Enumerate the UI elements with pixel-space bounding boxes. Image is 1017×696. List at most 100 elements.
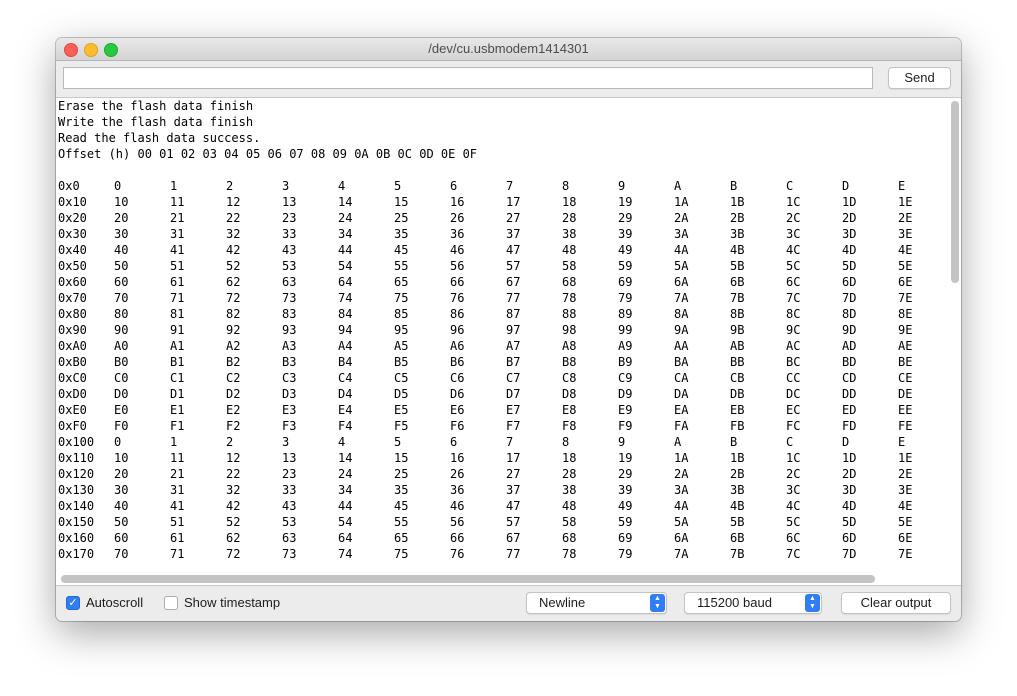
- hex-byte: CB: [730, 371, 745, 385]
- hex-byte: 49: [618, 499, 633, 513]
- hex-byte: 51: [170, 515, 185, 529]
- clear-output-button[interactable]: Clear output: [841, 592, 951, 614]
- hex-byte: DD: [842, 387, 857, 401]
- send-button[interactable]: Send: [888, 67, 951, 89]
- hex-byte: 47: [506, 499, 521, 513]
- hex-byte: 29: [618, 467, 633, 481]
- autoscroll-checkbox[interactable]: ✓: [66, 596, 80, 610]
- hex-byte: 8: [562, 179, 570, 193]
- hex-byte: 4E: [898, 243, 913, 257]
- hex-byte: 49: [618, 243, 633, 257]
- hex-byte: 11: [170, 451, 185, 465]
- hex-byte: A3: [282, 339, 297, 353]
- hex-byte: B2: [226, 355, 241, 369]
- hex-byte: 9B: [730, 323, 745, 337]
- send-input[interactable]: [63, 67, 873, 89]
- hex-byte: 64: [338, 275, 353, 289]
- vertical-scroll-thumb[interactable]: [951, 101, 959, 283]
- hex-byte: 38: [562, 227, 577, 241]
- hex-byte: 61: [170, 275, 185, 289]
- hex-byte: E4: [338, 403, 353, 417]
- hex-byte: 78: [562, 291, 577, 305]
- hex-byte: B1: [170, 355, 185, 369]
- hex-byte: 8B: [730, 307, 745, 321]
- hex-byte: D7: [506, 387, 521, 401]
- hex-byte: 72: [226, 291, 241, 305]
- hex-dump-row: 0xC0 C0 C1 C2 C3 C4 C5 C6 C7 C8 C9 CA CB CC CD CE: [58, 370, 943, 386]
- hex-byte: DB: [730, 387, 745, 401]
- hex-byte: 48: [562, 243, 577, 257]
- hex-byte: 84: [338, 307, 353, 321]
- hex-dump-row: 0xD0 D0 D1 D2 D3 D4 D5 D6 D7 D8 D9 DA DB DC DD DE: [58, 386, 943, 402]
- horizontal-scroll-thumb[interactable]: [61, 575, 875, 583]
- baud-rate-select[interactable]: 115200 baud ▲ ▼: [684, 592, 822, 614]
- hex-byte: 95: [394, 323, 409, 337]
- hex-byte: AD: [842, 339, 857, 353]
- hex-dump-row: 0x90 90 91 92 93 94 95 96 97 98 99 9A 9B 9C 9D 9E: [58, 322, 943, 338]
- hex-byte: 59: [618, 515, 633, 529]
- hex-byte: 15: [394, 451, 409, 465]
- hex-byte: 99: [618, 323, 633, 337]
- hex-byte: 1B: [730, 195, 745, 209]
- hex-byte: 3A: [674, 483, 689, 497]
- hex-byte: B: [730, 435, 738, 449]
- show-timestamp-checkbox[interactable]: [164, 596, 178, 610]
- hex-byte: 6D: [842, 531, 857, 545]
- vertical-scrollbar[interactable]: [951, 101, 959, 571]
- serial-output-area[interactable]: Erase the flash data finish Write the fl…: [56, 97, 961, 586]
- hex-byte: 38: [562, 483, 577, 497]
- hex-byte: 69: [618, 531, 633, 545]
- hex-byte: C0: [114, 371, 129, 385]
- hex-byte: 4B: [730, 243, 745, 257]
- hex-byte: C: [786, 179, 794, 193]
- hex-byte: 20: [114, 467, 129, 481]
- show-timestamp-label[interactable]: Show timestamp: [184, 595, 280, 610]
- hex-byte: 44: [338, 499, 353, 513]
- hex-byte: E2: [226, 403, 241, 417]
- hex-byte: 8D: [842, 307, 857, 321]
- hex-byte: B6: [450, 355, 465, 369]
- hex-byte: DE: [898, 387, 913, 401]
- hex-byte: F9: [618, 419, 633, 433]
- hex-byte: 57: [506, 515, 521, 529]
- hex-byte: B4: [338, 355, 353, 369]
- hex-byte: 28: [562, 211, 577, 225]
- hex-byte: 75: [394, 547, 409, 561]
- hex-byte: 9: [618, 179, 626, 193]
- hex-byte: 24: [338, 467, 353, 481]
- hex-byte: 2D: [842, 467, 857, 481]
- hex-byte: 57: [506, 259, 521, 273]
- hex-dump-row: 0xA0 A0 A1 A2 A3 A4 A5 A6 A7 A8 A9 AA AB AC AD AE: [58, 338, 943, 354]
- hex-byte: 88: [562, 307, 577, 321]
- horizontal-scrollbar[interactable]: [58, 575, 948, 584]
- hex-byte: 39: [618, 227, 633, 241]
- hex-byte: 46: [450, 243, 465, 257]
- hex-byte: A4: [338, 339, 353, 353]
- hex-byte: 2E: [898, 467, 913, 481]
- hex-offset: 0x80: [58, 307, 87, 321]
- console-line: Read the flash data success.: [58, 131, 261, 145]
- hex-byte: 1B: [730, 451, 745, 465]
- hex-byte: 1A: [674, 451, 689, 465]
- hex-byte: 14: [338, 451, 353, 465]
- hex-offset: 0x90: [58, 323, 87, 337]
- hex-byte: 3B: [730, 483, 745, 497]
- hex-byte: 43: [282, 499, 297, 513]
- hex-byte: 7D: [842, 291, 857, 305]
- hex-dump-row: 0x120 20 21 22 23 24 25 26 27 28 29 2A 2B 2C 2D 2E: [58, 466, 943, 482]
- line-ending-select[interactable]: Newline ▲ ▼: [526, 592, 667, 614]
- hex-byte: 5E: [898, 259, 913, 273]
- hex-byte: 60: [114, 275, 129, 289]
- hex-offset: 0x70: [58, 291, 87, 305]
- hex-offset: 0x110: [58, 451, 95, 465]
- hex-byte: 21: [170, 211, 185, 225]
- hex-byte: D5: [394, 387, 409, 401]
- hex-dump-row: 0x100 0 1 2 3 4 5 6 7 8 9 A B C D E: [58, 434, 943, 450]
- autoscroll-label[interactable]: Autoscroll: [86, 595, 143, 610]
- hex-byte: D2: [226, 387, 241, 401]
- hex-byte: 27: [506, 211, 521, 225]
- hex-byte: FB: [730, 419, 745, 433]
- hex-byte: B0: [114, 355, 129, 369]
- hex-byte: 4C: [786, 499, 801, 513]
- hex-offset: 0x140: [58, 499, 95, 513]
